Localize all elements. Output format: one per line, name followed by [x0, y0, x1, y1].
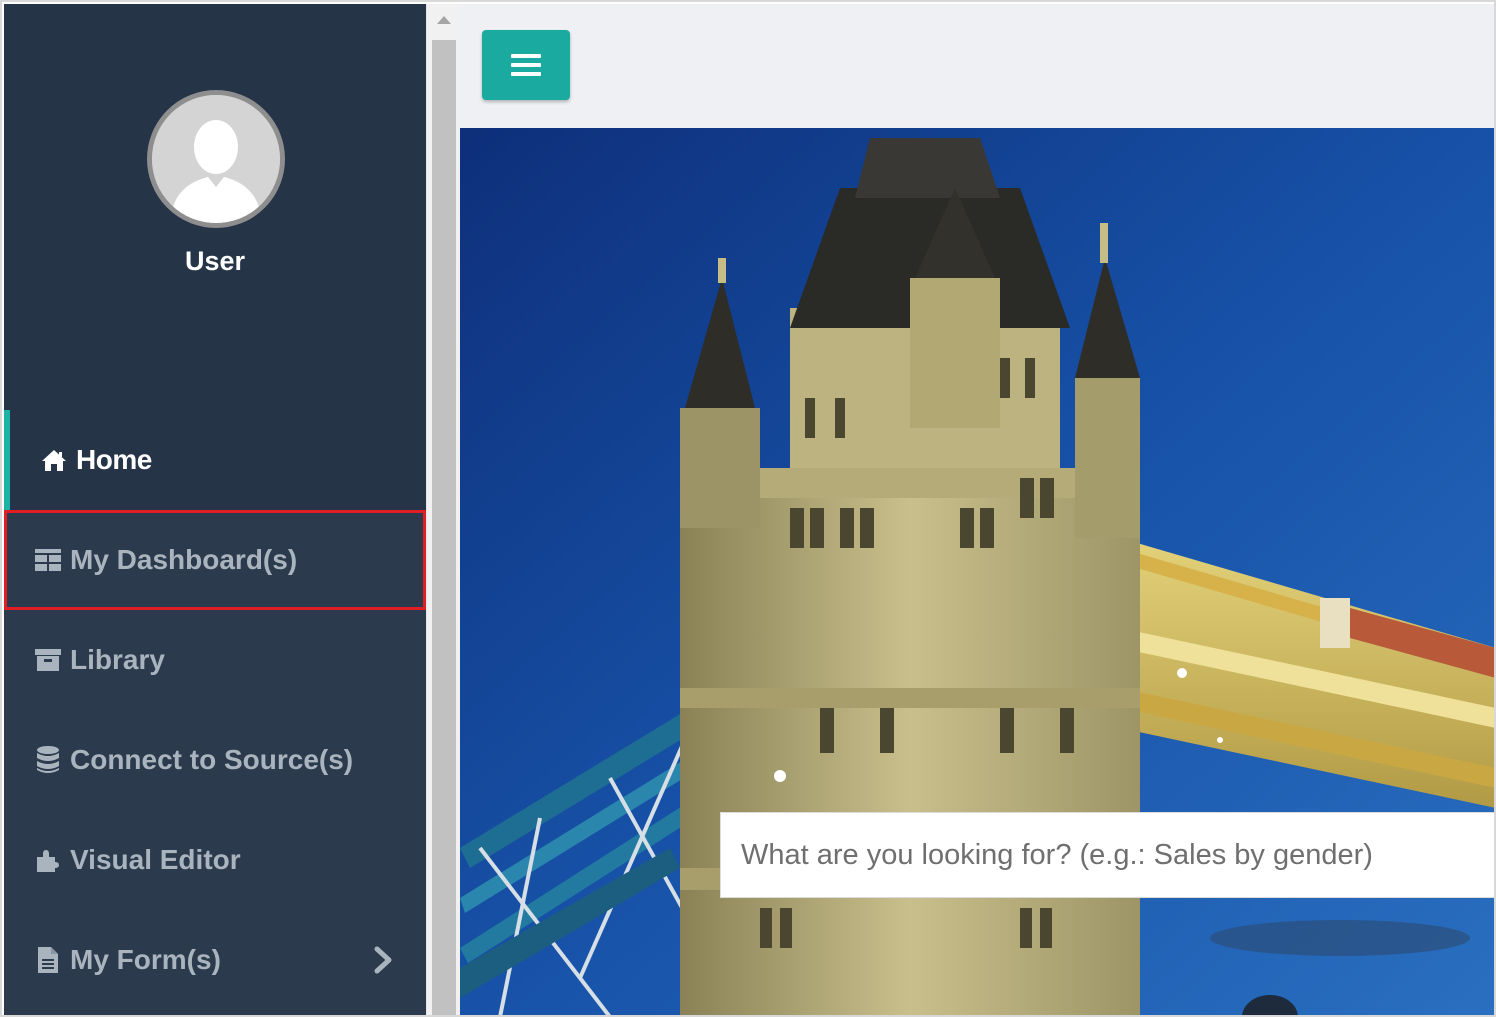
sidebar-nav: Home My Dashboard(s) Library Connect to …	[4, 410, 426, 1010]
search-input[interactable]	[741, 838, 1494, 872]
puzzle-icon	[34, 846, 62, 874]
document-icon	[34, 946, 62, 974]
user-name: User	[184, 246, 246, 276]
top-bar	[460, 4, 1494, 128]
sidebar-item-visual-editor[interactable]: Visual Editor	[4, 810, 426, 910]
sidebar-item-my-dashboards[interactable]: My Dashboard(s)	[4, 510, 426, 610]
user-avatar-icon[interactable]	[147, 90, 285, 228]
database-icon	[34, 746, 62, 774]
scrollbar-thumb[interactable]	[432, 40, 456, 1015]
search-field[interactable]	[720, 812, 1494, 898]
sidebar-item-label: Library	[70, 644, 165, 675]
chevron-right-icon[interactable]	[372, 946, 394, 974]
home-icon	[40, 446, 68, 474]
scroll-up-arrow-icon[interactable]	[437, 16, 451, 24]
sidebar-item-label: Visual Editor	[70, 844, 241, 875]
archive-box-icon	[34, 646, 62, 674]
sidebar-item-label: My Dashboard(s)	[70, 544, 298, 575]
hero-image	[460, 128, 1494, 1015]
menu-toggle-button[interactable]	[482, 30, 570, 100]
sidebar-scrollbar[interactable]	[426, 4, 460, 1015]
sidebar-item-library[interactable]: Library	[4, 610, 426, 710]
main-content	[460, 4, 1494, 1015]
sidebar-item-home[interactable]: Home	[4, 410, 426, 510]
sidebar: User Home My Dashboard(s) Library Connec…	[4, 4, 426, 1015]
sidebar-item-my-forms[interactable]: My Form(s)	[4, 910, 426, 1010]
sidebar-item-label: My Form(s)	[70, 944, 221, 975]
sidebar-item-label: Home	[76, 444, 152, 475]
hamburger-icon	[511, 54, 541, 76]
user-profile: User	[4, 4, 426, 410]
dashboard-grid-icon	[34, 546, 62, 574]
sidebar-item-label: Connect to Source(s)	[70, 744, 354, 775]
app-window: User Home My Dashboard(s) Library Connec…	[0, 0, 1496, 1017]
sidebar-item-connect-sources[interactable]: Connect to Source(s)	[4, 710, 426, 810]
